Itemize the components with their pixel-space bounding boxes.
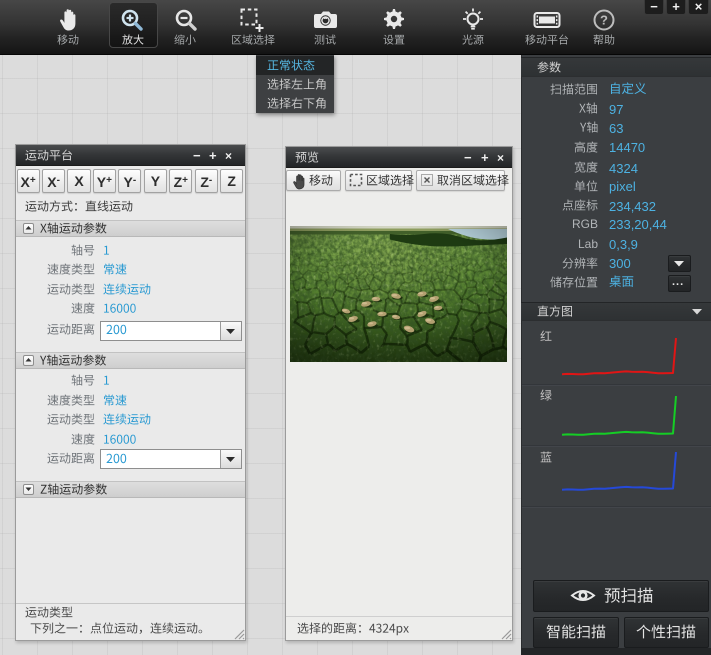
svg-text:?: ? <box>600 13 608 28</box>
